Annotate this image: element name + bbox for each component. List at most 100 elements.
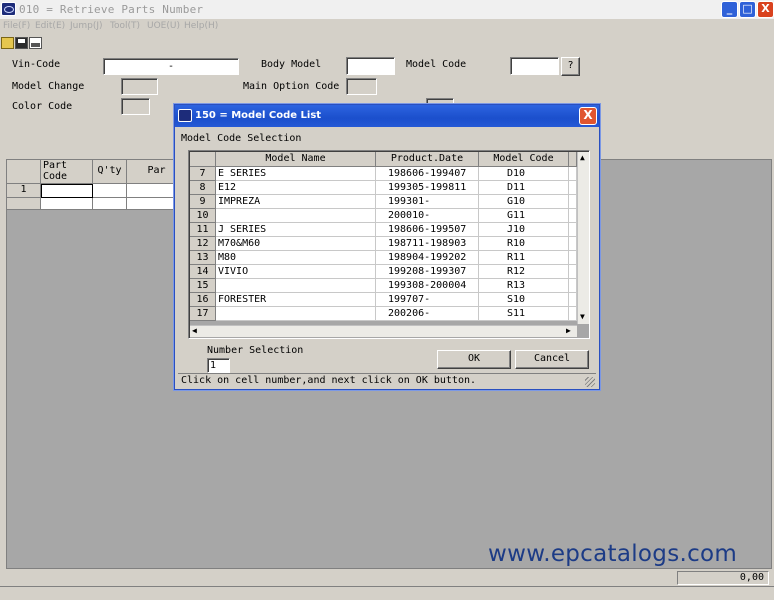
close-button[interactable]: X [757,1,774,18]
extra-header [569,152,577,167]
row-number-cell[interactable]: 15 [190,279,216,293]
model-code-cell: G10 [479,195,569,209]
model-code-cell: D10 [479,167,569,181]
extra-cell [569,251,577,265]
model-code-cell: S10 [479,293,569,307]
model-code-lookup-button[interactable]: ? [561,57,580,76]
model-name-cell [216,307,376,321]
extra-cell [569,279,577,293]
open-folder-icon[interactable] [1,37,14,49]
menu-tool[interactable]: Tool(T) [110,21,140,31]
model-code-list-dialog: 150 = Model Code List X Model Code Selec… [174,104,600,390]
product-date-cell: 199308-200004 [376,279,479,293]
empty-cell [93,198,127,210]
row-number-cell[interactable]: 12 [190,237,216,251]
scroll-left-icon[interactable]: ◀ [192,326,197,335]
model-name-cell: IMPREZA [216,195,376,209]
model-change-label: Model Change [12,81,85,92]
vertical-scrollbar[interactable]: ▲ ▼ [577,152,589,324]
save-icon[interactable] [15,37,28,49]
vin-code-input[interactable]: - [103,58,239,75]
window-title: 010 = Retrieve Parts Number [19,3,204,16]
product-date-cell: 199707- [376,293,479,307]
menu-edit[interactable]: Edit(E) [35,21,65,31]
model-name-cell: M80 [216,251,376,265]
model-code-cell: G11 [479,209,569,223]
row-number-cell[interactable]: 16 [190,293,216,307]
resize-grip-icon[interactable] [585,377,595,387]
row-number-1[interactable]: 1 [7,184,41,198]
extra-cell [569,307,577,321]
row-number-cell[interactable]: 8 [190,181,216,195]
scroll-right-icon[interactable]: ▶ [566,326,571,335]
dialog-title: 150 = Model Code List [195,110,322,121]
qty-header: Q'ty [93,160,127,184]
number-selection-label: Number Selection [207,345,304,356]
model-code-cell: R11 [479,251,569,265]
body-model-input[interactable] [346,57,395,75]
model-name-cell: E12 [216,181,376,195]
scroll-down-icon[interactable]: ▼ [580,312,585,321]
extra-cell [569,167,577,181]
dialog-status-bar: Click on cell number,and next click on O… [178,373,596,387]
main-option-code-label: Main Option Code [243,81,340,92]
main-option-code-input [346,78,377,95]
color-code-label: Color Code [12,101,73,112]
total-amount-field: 0,00 [677,571,769,585]
menu-bar: File(F) Edit(E) Jump(J) Tool(T) UOE(U) H… [0,19,774,35]
row-number-header [190,152,216,167]
row-number-cell[interactable]: 14 [190,265,216,279]
model-name-cell: E SERIES [216,167,376,181]
title-bar: 010 = Retrieve Parts Number _ □ X [0,0,774,19]
menu-jump[interactable]: Jump(J) [70,21,103,31]
app-icon [1,2,16,16]
extra-cell [569,223,577,237]
menu-file[interactable]: File(F) [3,21,30,31]
part-code-cell[interactable] [41,184,93,198]
product-date-cell: 200206- [376,307,479,321]
row-number-cell[interactable]: 7 [190,167,216,181]
status-bar [0,586,774,600]
grid-corner-cell [7,160,41,184]
row-number-cell[interactable]: 17 [190,307,216,321]
model-name-cell: FORESTER [216,293,376,307]
menu-help[interactable]: Help(H) [184,21,218,31]
scroll-up-icon[interactable]: ▲ [580,153,585,162]
product-date-cell: 199208-199307 [376,265,479,279]
product-date-cell: 198904-199202 [376,251,479,265]
number-selection-input[interactable]: 1 [207,358,230,373]
row-number-cell[interactable]: 9 [190,195,216,209]
extra-cell [569,237,577,251]
model-code-cell: R13 [479,279,569,293]
qty-cell[interactable] [93,184,127,198]
row-number-cell[interactable]: 10 [190,209,216,223]
color-code-input [121,98,150,115]
product-date-header: Product.Date [376,152,479,167]
row-number-cell[interactable]: 13 [190,251,216,265]
print-icon[interactable] [29,37,42,49]
model-code-cell: J10 [479,223,569,237]
product-date-cell: 198711-198903 [376,237,479,251]
extra-cell [569,265,577,279]
dialog-close-button[interactable]: X [579,107,597,125]
extra-cell [569,293,577,307]
model-name-cell: VIVIO [216,265,376,279]
watermark-text: www.epcatalogs.com [488,541,738,567]
model-code-cell: R10 [479,237,569,251]
row-number-empty [7,198,41,210]
minimize-button[interactable]: _ [721,1,738,18]
model-name-header: Model Name [216,152,376,167]
model-code-input[interactable] [510,57,559,75]
horizontal-scrollbar[interactable]: ◀ ▶ [190,325,577,337]
maximize-button[interactable]: □ [739,1,756,18]
product-date-cell: 200010- [376,209,479,223]
dialog-title-bar: 150 = Model Code List X [175,105,599,127]
menu-uoe[interactable]: UOE(U) [147,21,180,31]
row-number-cell[interactable]: 11 [190,223,216,237]
product-date-cell: 198606-199407 [376,167,479,181]
cancel-button[interactable]: Cancel [515,350,589,369]
ok-button[interactable]: OK [437,350,511,369]
model-name-cell: J SERIES [216,223,376,237]
model-name-cell [216,209,376,223]
dialog-app-icon [178,109,192,122]
